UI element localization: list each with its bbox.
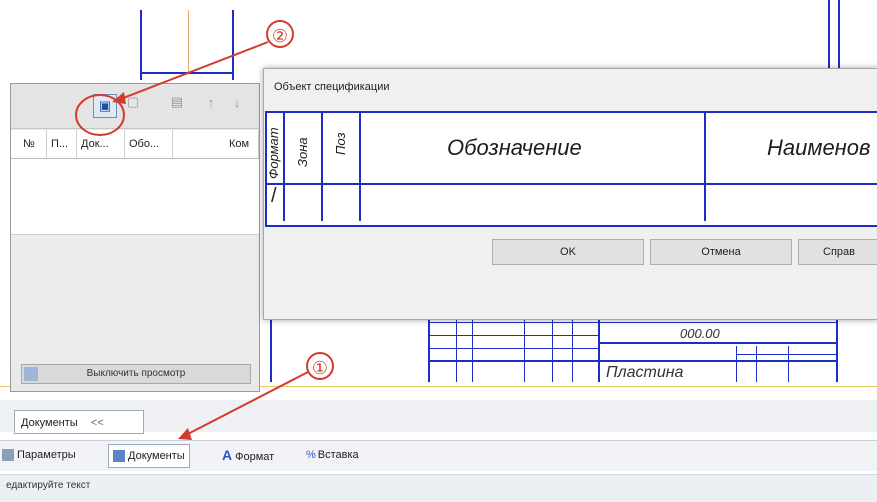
annotation-arrowhead-1 [178, 428, 192, 440]
annotation-highlight-circle [75, 94, 125, 136]
annotation-arrow-2 [117, 41, 269, 101]
annotation-arrows [75, 41, 309, 440]
annotation-arrow-1 [183, 371, 309, 437]
annotation-marker-2: ② [266, 20, 294, 48]
annotation-marker-1: ① [306, 352, 334, 380]
